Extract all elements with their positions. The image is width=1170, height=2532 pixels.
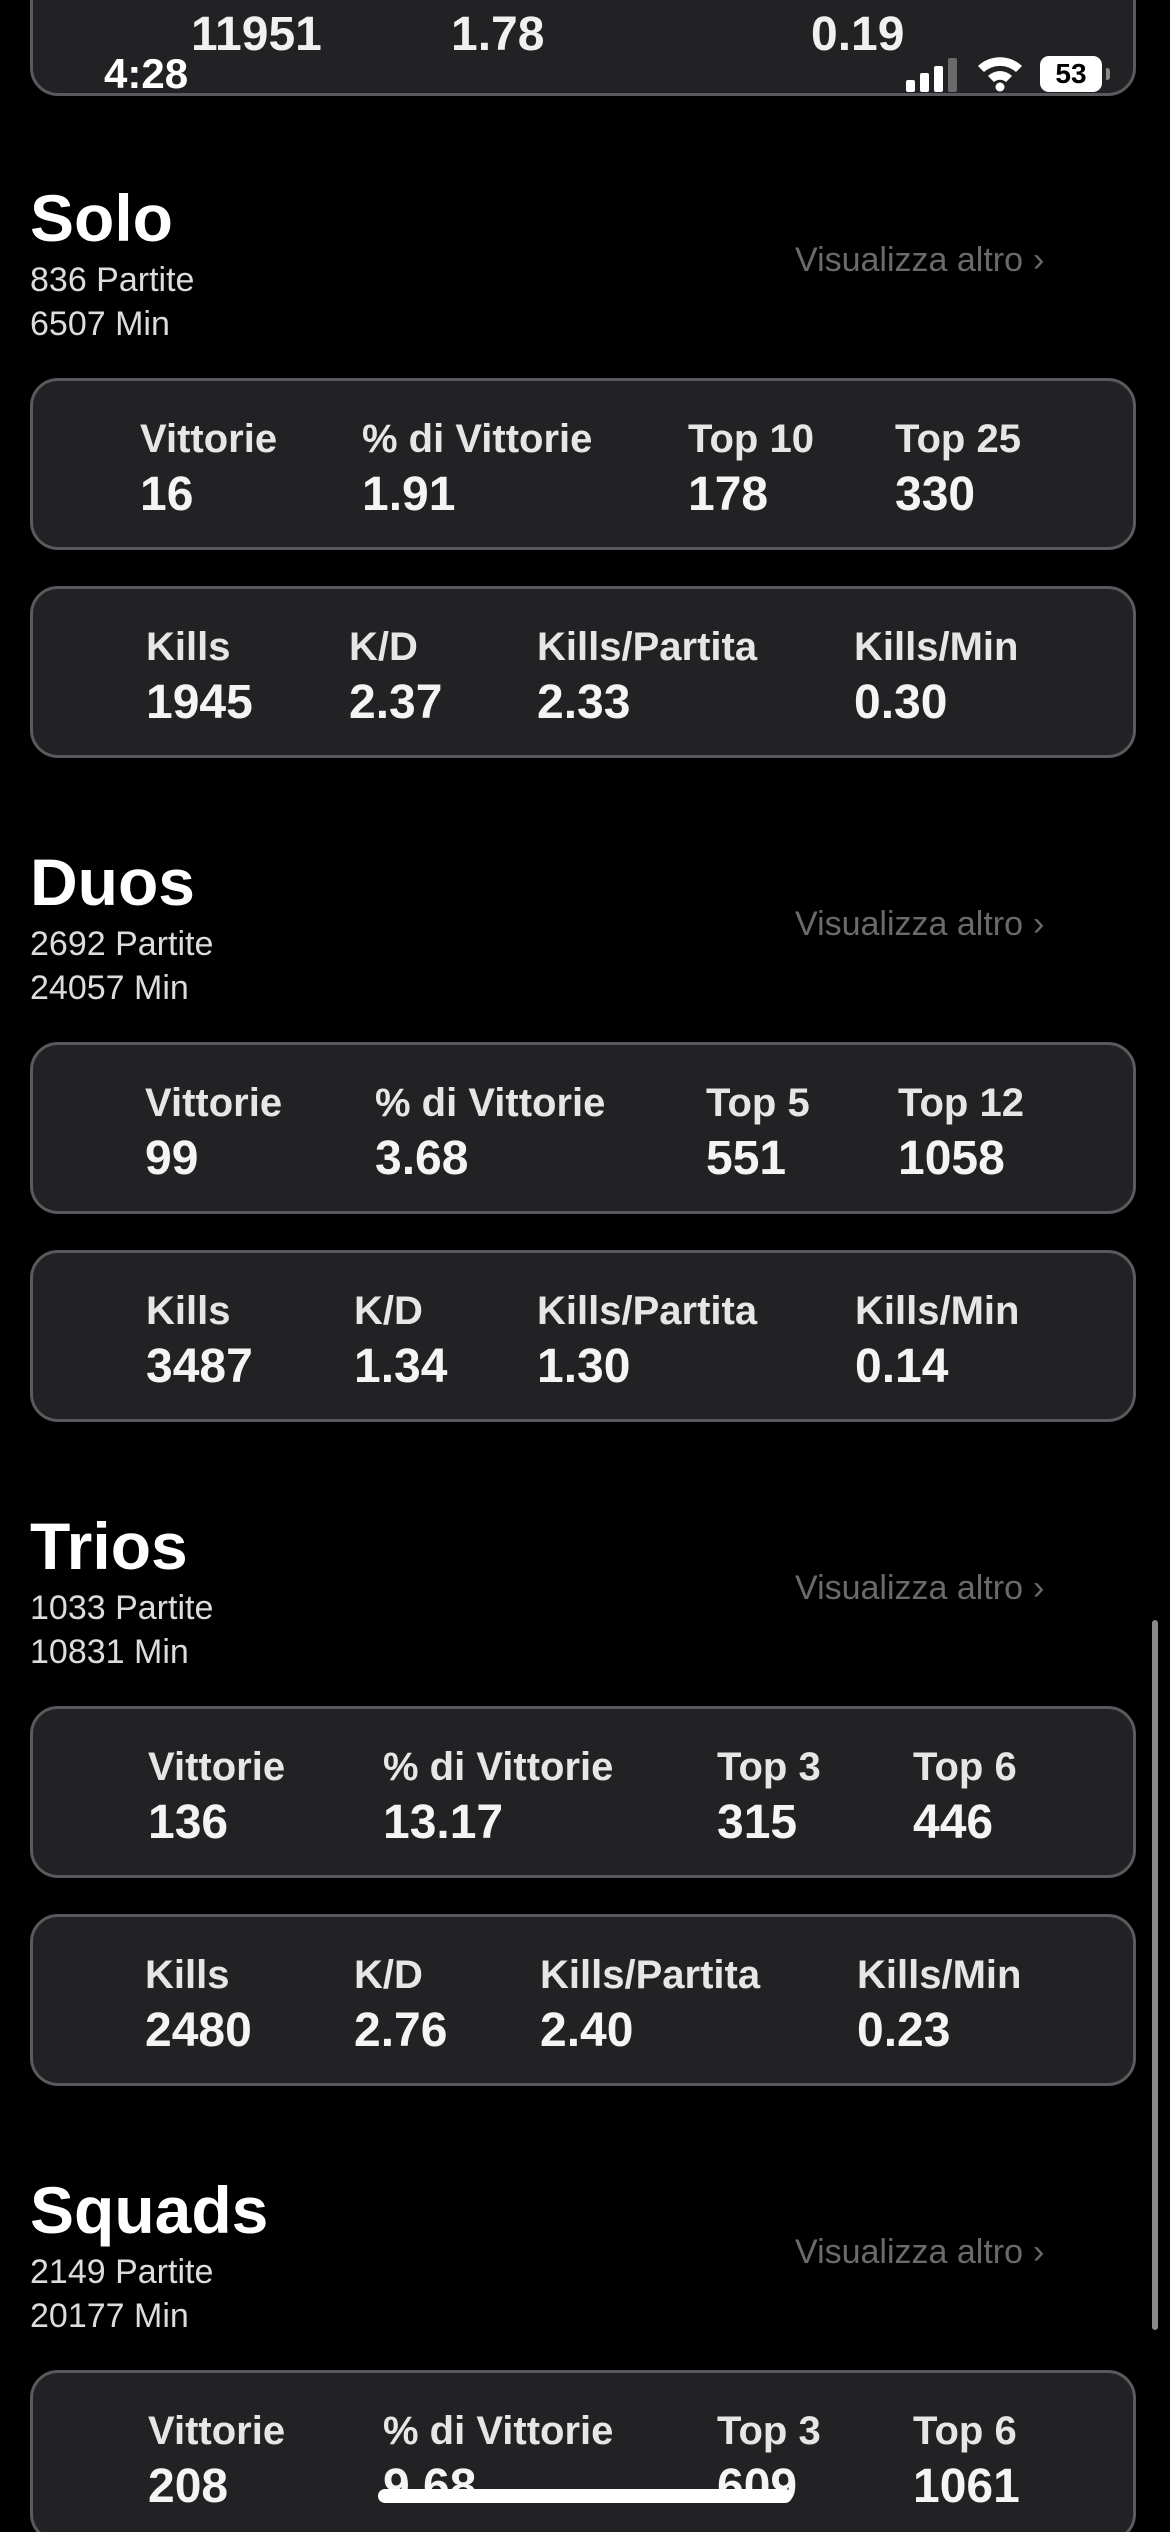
view-more-label: Visualizza altro xyxy=(795,905,1024,943)
solo-view-more-link[interactable]: Visualizza altro › xyxy=(795,238,1044,282)
duos-placement-card: Vittorie 99 % di Vittorie 3.68 Top 5 551 To… xyxy=(30,1042,1136,1214)
stat-value: 551 xyxy=(706,1132,787,1185)
stat-value: 2.33 xyxy=(537,676,631,729)
view-more-label: Visualizza altro xyxy=(795,2233,1024,2271)
stat-value: 1.30 xyxy=(537,1340,631,1393)
trios-kills-card: Kills 2480 K/D 2.76 Kills/Partita 2.40 Kill… xyxy=(30,1914,1136,2086)
stat-value: 99 xyxy=(145,1132,199,1185)
stat-value: 1058 xyxy=(898,1132,1005,1185)
trios-view-more-link[interactable]: Visualizza altro › xyxy=(795,1566,1044,1610)
stat-label: Kills/Min xyxy=(855,1289,1020,1333)
stat-value: 9.68 xyxy=(383,2460,477,2513)
chevron-right-icon: › xyxy=(1033,905,1045,943)
solo-matches: 836 Partite xyxy=(30,261,195,299)
stat-label: Top 6 xyxy=(913,1745,1017,1789)
chevron-right-icon: › xyxy=(1033,1569,1045,1607)
stat-value: 16 xyxy=(140,468,194,521)
stats-screen: 11951 1.78 0.19 4:28 53 Solo 836 Partite… xyxy=(0,0,1170,2532)
status-time: 4:28 xyxy=(104,50,189,97)
duos-minutes: 24057 Min xyxy=(30,969,189,1007)
stat-label: Top 3 xyxy=(717,2409,821,2453)
stat-label: Vittorie xyxy=(140,417,278,461)
stat-value: 2.40 xyxy=(540,2004,634,2057)
battery-icon: 53 xyxy=(1040,56,1110,92)
home-indicator[interactable] xyxy=(378,2489,792,2503)
stat-value: 1945 xyxy=(146,676,253,729)
stat-label: Kills xyxy=(145,1953,230,1997)
stat-label: Vittorie xyxy=(145,1081,283,1125)
overall-stat-value: 1.78 xyxy=(451,8,545,61)
chevron-right-icon: › xyxy=(1033,2233,1045,2271)
overall-stat-value: 0.19 xyxy=(811,8,905,61)
stat-label: Top 25 xyxy=(895,417,1021,461)
solo-placement-card: Vittorie 16 % di Vittorie 1.91 Top 10 178 T… xyxy=(30,378,1136,550)
stat-value: 609 xyxy=(717,2460,798,2513)
section-title-duos: Duos xyxy=(30,845,195,919)
trios-placement-card: Vittorie 136 % di Vittorie 13.17 Top 3 315 … xyxy=(30,1706,1136,1878)
duos-matches: 2692 Partite xyxy=(30,925,214,963)
stat-value: 446 xyxy=(913,1796,994,1849)
overall-stat-value: 11951 xyxy=(191,8,322,61)
stat-label: Top 5 xyxy=(706,1081,810,1125)
vertical-scrollbar[interactable] xyxy=(1152,1620,1158,2330)
stat-value: 13.17 xyxy=(383,1796,504,1849)
stat-label: % di Vittorie xyxy=(383,2409,614,2453)
stat-value: 1.34 xyxy=(354,1340,448,1393)
stat-label: Vittorie xyxy=(148,2409,286,2453)
stat-label: % di Vittorie xyxy=(375,1081,606,1125)
stat-value: 1061 xyxy=(913,2460,1020,2513)
stat-label: Kills xyxy=(146,1289,231,1333)
stat-label: % di Vittorie xyxy=(383,1745,614,1789)
view-more-label: Visualizza altro xyxy=(795,241,1024,279)
cellular-signal-icon xyxy=(906,58,958,92)
stat-label: Kills/Partita xyxy=(537,625,758,669)
wifi-icon xyxy=(978,57,1022,92)
stat-label: Kills/Partita xyxy=(537,1289,758,1333)
squads-minutes: 20177 Min xyxy=(30,2297,189,2335)
stat-value: 2480 xyxy=(145,2004,252,2057)
stat-value: 3487 xyxy=(146,1340,253,1393)
stat-label: Kills xyxy=(146,625,231,669)
solo-kills-card: Kills 1945 K/D 2.37 Kills/Partita 2.33 Kill… xyxy=(30,586,1136,758)
section-title-trios: Trios xyxy=(30,1509,188,1583)
stat-label: % di Vittorie xyxy=(362,417,593,461)
overall-stats-card: 11951 1.78 0.19 xyxy=(30,0,1136,96)
stat-label: Kills/Min xyxy=(854,625,1019,669)
stat-label: K/D xyxy=(349,625,418,669)
view-more-label: Visualizza altro xyxy=(795,1569,1024,1607)
stat-value: 2.76 xyxy=(354,2004,448,2057)
section-title-squads: Squads xyxy=(30,2173,269,2247)
stat-label: Vittorie xyxy=(148,1745,286,1789)
stat-value: 3.68 xyxy=(375,1132,469,1185)
stat-value: 2.37 xyxy=(349,676,443,729)
stat-value: 315 xyxy=(717,1796,798,1849)
solo-minutes: 6507 Min xyxy=(30,305,170,343)
stat-label: Top 12 xyxy=(898,1081,1024,1125)
stat-value: 208 xyxy=(148,2460,229,2513)
duos-kills-card: Kills 3487 K/D 1.34 Kills/Partita 1.30 Kill… xyxy=(30,1250,1136,1422)
stat-value: 0.14 xyxy=(855,1340,949,1393)
squads-matches: 2149 Partite xyxy=(30,2253,214,2291)
stat-value: 0.23 xyxy=(857,2004,951,2057)
stat-value: 330 xyxy=(895,468,976,521)
stat-value: 178 xyxy=(688,468,769,521)
stat-label: K/D xyxy=(354,1289,423,1333)
stat-value: 136 xyxy=(148,1796,229,1849)
section-title-solo: Solo xyxy=(30,181,173,255)
stat-label: Top 6 xyxy=(913,2409,1017,2453)
trios-matches: 1033 Partite xyxy=(30,1589,214,1627)
chevron-right-icon: › xyxy=(1033,241,1045,279)
duos-view-more-link[interactable]: Visualizza altro › xyxy=(795,902,1044,946)
squads-view-more-link[interactable]: Visualizza altro › xyxy=(795,2230,1044,2274)
stat-label: Top 3 xyxy=(717,1745,821,1789)
stat-label: Kills/Min xyxy=(857,1953,1022,1997)
trios-minutes: 10831 Min xyxy=(30,1633,189,1671)
stat-value: 1.91 xyxy=(362,468,456,521)
stat-label: Kills/Partita xyxy=(540,1953,761,1997)
squads-placement-card: Vittorie 208 % di Vittorie 9.68 Top 3 609 T… xyxy=(30,2370,1136,2532)
stat-value: 0.30 xyxy=(854,676,948,729)
stat-label: K/D xyxy=(354,1953,423,1997)
stat-label: Top 10 xyxy=(688,417,814,461)
